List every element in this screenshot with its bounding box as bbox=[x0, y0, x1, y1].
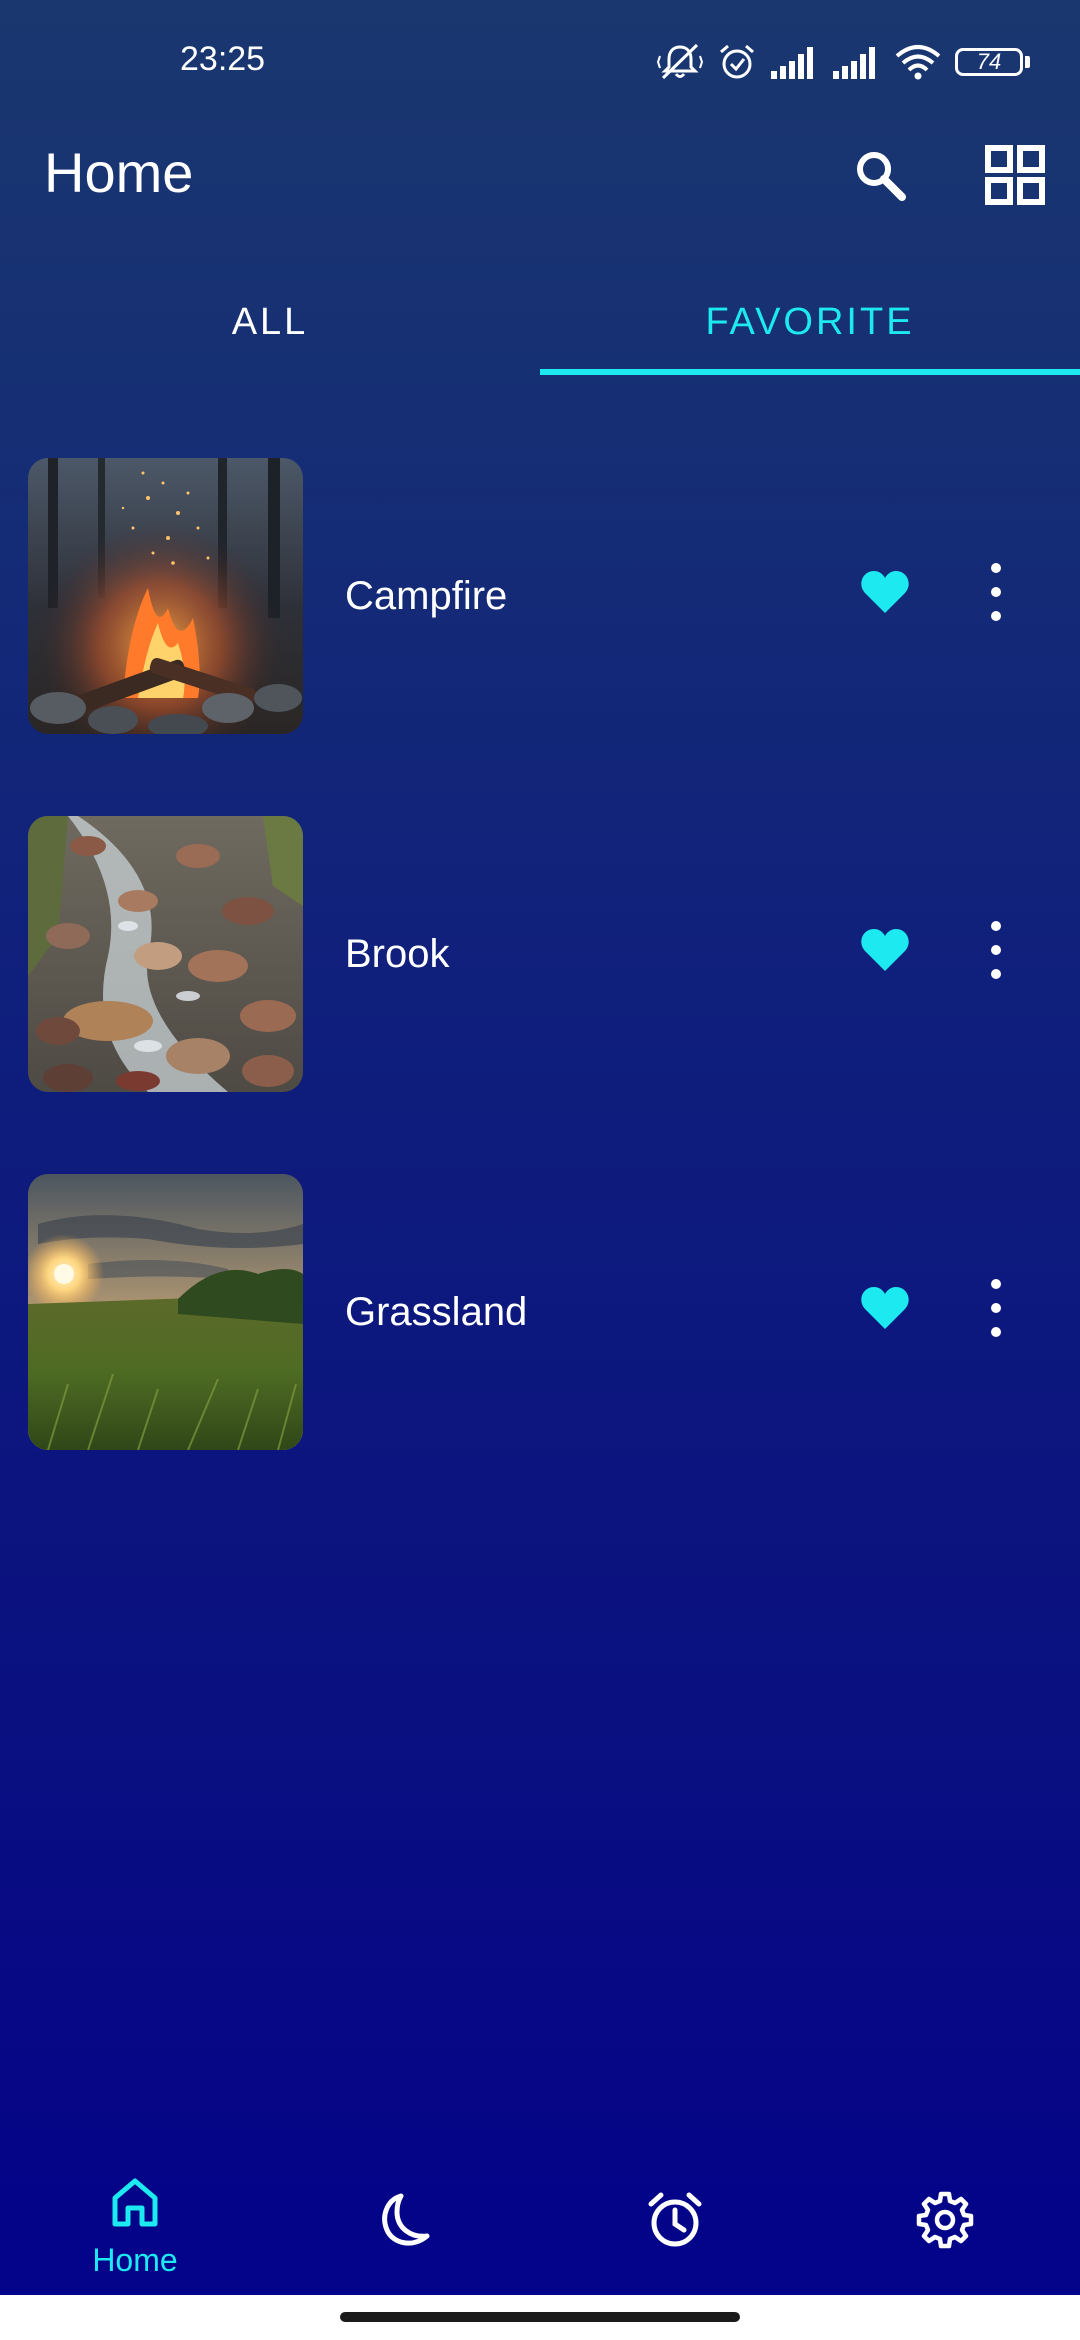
heart-icon bbox=[861, 571, 909, 613]
more-vert-icon bbox=[991, 1279, 1001, 1337]
tab-favorite[interactable]: FAVORITE bbox=[540, 270, 1080, 375]
nav-item-settings[interactable] bbox=[855, 2130, 1035, 2295]
tab-favorite-label: FAVORITE bbox=[705, 301, 915, 343]
nav-label-home: Home bbox=[92, 2242, 178, 2278]
moon-icon bbox=[375, 2188, 439, 2252]
bottom-navigation: Home bbox=[0, 2130, 1080, 2295]
home-icon bbox=[103, 2170, 167, 2234]
grid-view-icon bbox=[985, 145, 1045, 205]
sound-name: Campfire bbox=[345, 574, 508, 618]
more-options-button[interactable] bbox=[966, 916, 1026, 984]
nav-item-home[interactable]: Home bbox=[45, 2130, 225, 2295]
signal-icon bbox=[771, 45, 819, 79]
search-button[interactable] bbox=[840, 135, 920, 215]
page-title: Home bbox=[44, 141, 194, 204]
alarm-clock-icon bbox=[643, 2188, 707, 2252]
battery-icon: 74 bbox=[955, 48, 1023, 76]
alarm-icon bbox=[717, 42, 757, 82]
list-item[interactable]: Grassland bbox=[0, 1174, 1080, 1450]
battery-tip bbox=[1025, 56, 1030, 68]
nav-item-alarm[interactable] bbox=[585, 2130, 765, 2295]
favorite-button[interactable] bbox=[855, 1278, 915, 1338]
sound-name: Brook bbox=[345, 932, 450, 976]
signal-icon bbox=[833, 45, 881, 79]
grassland-thumbnail bbox=[28, 1174, 303, 1450]
mute-vibrate-icon bbox=[657, 42, 703, 82]
campfire-thumbnail bbox=[28, 458, 303, 734]
status-time: 23:25 bbox=[180, 40, 266, 78]
tab-bar: ALL FAVORITE bbox=[0, 270, 1080, 375]
more-vert-icon bbox=[991, 921, 1001, 979]
favorite-button[interactable] bbox=[855, 920, 915, 980]
tab-indicator bbox=[540, 369, 1080, 375]
more-vert-icon bbox=[991, 563, 1001, 621]
more-options-button[interactable] bbox=[966, 558, 1026, 626]
tab-all-label: ALL bbox=[231, 301, 309, 343]
tab-all[interactable]: ALL bbox=[0, 270, 540, 375]
heart-icon bbox=[861, 929, 909, 971]
gesture-handle[interactable] bbox=[340, 2312, 740, 2322]
heart-icon bbox=[861, 1287, 909, 1329]
wifi-icon bbox=[895, 44, 941, 80]
favorite-button[interactable] bbox=[855, 562, 915, 622]
status-bar: 23:25 74 bbox=[0, 0, 1080, 125]
gear-icon bbox=[913, 2188, 977, 2252]
brook-thumbnail bbox=[28, 816, 303, 1092]
more-options-button[interactable] bbox=[966, 1274, 1026, 1342]
grid-view-button[interactable] bbox=[975, 135, 1055, 215]
list-item[interactable]: Campfire bbox=[0, 458, 1080, 734]
search-icon bbox=[857, 152, 906, 201]
battery-level: 74 bbox=[976, 49, 1002, 74]
list-item[interactable]: Brook bbox=[0, 816, 1080, 1092]
status-icons: 74 bbox=[657, 40, 1030, 84]
sound-list: Campfire Brook Grassland bbox=[0, 458, 1080, 1532]
sound-name: Grassland bbox=[345, 1290, 528, 1334]
nav-item-sleep[interactable] bbox=[317, 2130, 497, 2295]
